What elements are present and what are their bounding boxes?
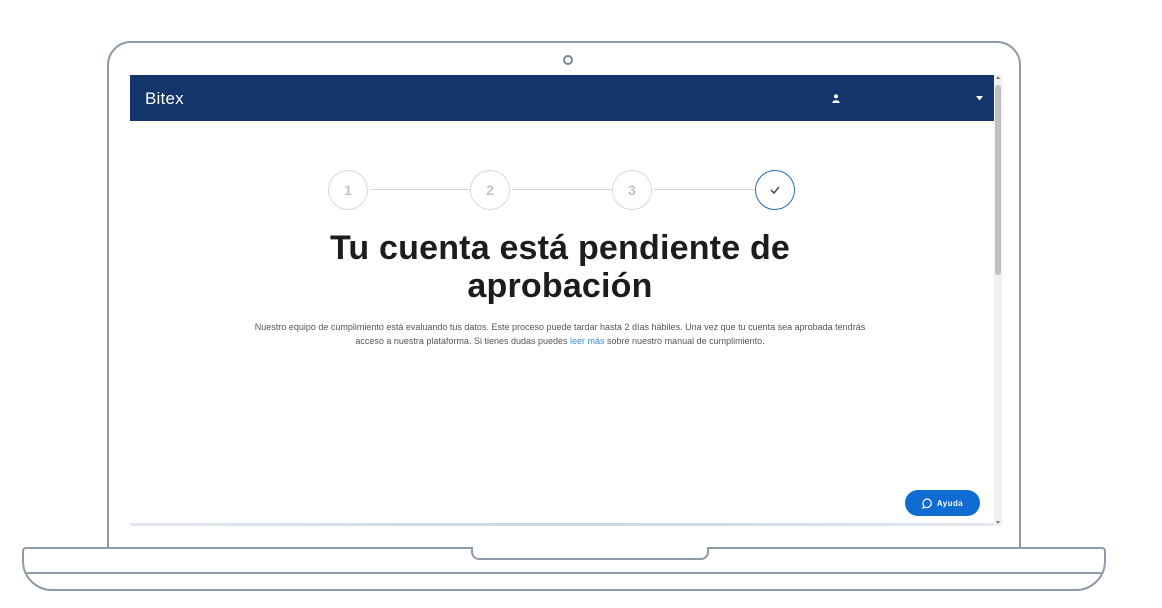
scrollbar[interactable]	[994, 75, 1002, 526]
check-icon	[770, 186, 780, 194]
page-title: Tu cuenta está pendiente de aprobación	[329, 229, 791, 305]
camera-icon	[563, 55, 573, 65]
user-icon[interactable]	[832, 94, 840, 103]
scroll-up-icon[interactable]	[996, 76, 1000, 79]
step-3: 3	[612, 170, 652, 210]
brand-logo[interactable]: Bitex	[145, 89, 184, 109]
step-complete	[755, 170, 795, 210]
description-part: sobre nuestro manual de cumplimiento.	[604, 335, 765, 346]
laptop-notch	[471, 547, 709, 560]
description-part: Nuestro equipo de cumplimiento está eval…	[254, 322, 866, 346]
step-number: 1	[344, 182, 352, 198]
read-more-link[interactable]: leer más	[570, 336, 605, 346]
step-connector	[654, 189, 756, 190]
step-number: 2	[486, 182, 494, 198]
help-label: Ayuda	[936, 498, 964, 508]
chat-bubble-icon	[921, 497, 932, 509]
app-screen: Bitex 1 2 3 Tu cuenta está pendiente de …	[130, 75, 1002, 526]
laptop-base	[22, 547, 1106, 591]
caret-down-icon[interactable]	[976, 96, 983, 101]
description-text: Nuestro equipo de cumplimiento está eval…	[250, 321, 870, 348]
help-button[interactable]: Ayuda	[905, 490, 980, 516]
laptop-base-edge	[25, 572, 1103, 574]
bottom-strip	[130, 523, 994, 526]
scrollbar-thumb[interactable]	[995, 85, 1001, 275]
top-navbar: Bitex	[130, 75, 994, 121]
step-number: 3	[628, 182, 636, 198]
scroll-down-icon[interactable]	[996, 521, 1000, 524]
step-2: 2	[470, 170, 510, 210]
step-connector	[370, 189, 472, 190]
step-connector	[512, 189, 614, 190]
step-1: 1	[328, 170, 368, 210]
